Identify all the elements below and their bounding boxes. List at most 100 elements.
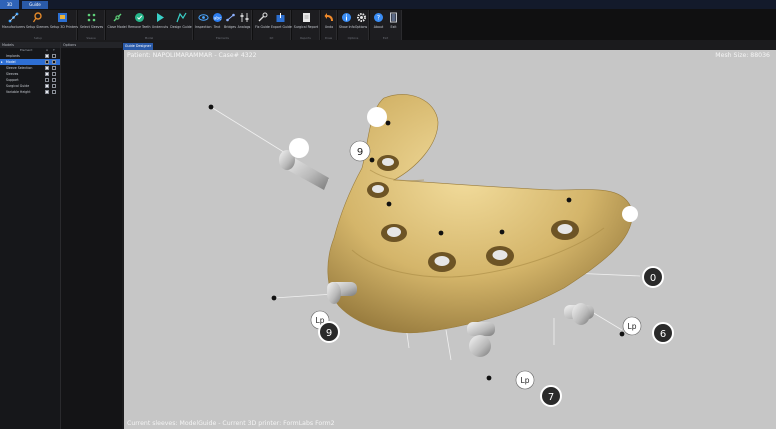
surgical-report-label: Surgical Report [293, 25, 319, 29]
transparency-checkbox[interactable] [52, 90, 56, 94]
app-tab[interactable]: 3D [0, 0, 19, 9]
models-list: Implants ▸ Model Sleeve Selection Sleeves Sup… [0, 53, 60, 95]
close-model-button[interactable]: Close Model [107, 12, 127, 34]
options-button[interactable]: Options [354, 12, 368, 34]
ribbon-group-label: Elements [215, 36, 230, 40]
title-bar: 3D Guide Designer [0, 0, 776, 15]
viewport-tab[interactable]: Guide Designer [123, 43, 153, 50]
visibility-checkbox[interactable] [45, 84, 49, 88]
status-line: Current sleeves: ModelGuide - Current 3D… [127, 420, 335, 427]
models-list-item-label: Support [6, 78, 19, 82]
ribbon-group-setup: Manufacturers Setup Sleeves Setup 3D Pri… [0, 10, 79, 40]
sliders-icon [239, 12, 250, 23]
exit-button[interactable]: Exit [386, 12, 401, 34]
undercuts-icon [155, 12, 166, 23]
label-text: Lp [628, 322, 637, 331]
mesh-size: Mesh Size: 88036 [715, 52, 770, 59]
analogs-label: Analogs [237, 25, 251, 29]
undo-button[interactable]: Undo [322, 12, 336, 34]
report-icon [301, 12, 312, 23]
visibility-checkbox[interactable] [45, 78, 49, 82]
models-list-item-label: Model [6, 60, 16, 64]
ribbon-group-label: Reports [300, 36, 311, 40]
visibility-checkbox[interactable] [45, 54, 49, 58]
visibility-checkbox[interactable] [45, 60, 49, 64]
setup-3d-printers-label: Setup 3D Printers [50, 25, 79, 29]
surgical-report-button[interactable]: Surgical Report [293, 12, 319, 34]
text-label: Text [213, 25, 221, 29]
transparency-checkbox[interactable] [52, 78, 56, 82]
ribbon-group-label: Model [144, 36, 154, 40]
label-zero[interactable]: 0 [642, 266, 664, 288]
ribbon-group-options: Show Info Options Options [338, 10, 369, 40]
label-text: 0 [650, 273, 656, 284]
manufacturers-icon [8, 12, 19, 23]
bridges-icon [225, 12, 236, 23]
transparency-checkbox[interactable] [52, 66, 56, 70]
patient-info: Patient: NAPOLIMARAMMAR - Case# 4322 [127, 52, 257, 59]
ribbon-group-label: Kit [269, 36, 274, 40]
undo-label: Undo [324, 25, 334, 29]
surgical-guide-model[interactable] [279, 94, 633, 357]
text-button[interactable]: abc Text [211, 12, 223, 34]
visibility-checkbox[interactable] [45, 90, 49, 94]
analogs-button[interactable]: Analogs [237, 12, 251, 34]
design-guide-button[interactable]: Design Guide [170, 12, 192, 34]
ribbon-group-elements: Inspection abc Text Bridges Analogs Elem… [194, 10, 252, 40]
sleeve-ring-icon [32, 12, 43, 23]
manufacturers-button[interactable]: Manufacturers [2, 12, 25, 34]
inspection-button[interactable]: Inspection [195, 12, 211, 34]
info-icon [341, 12, 352, 23]
ribbon-group-draw: Undo Draw [321, 10, 337, 40]
ribbon-toolbar: Manufacturers Setup Sleeves Setup 3D Pri… [0, 9, 776, 40]
design-guide-icon [175, 12, 187, 23]
inspection-label: Inspection [195, 25, 212, 29]
models-list-item[interactable]: Variable Height [0, 89, 60, 95]
ribbon-group-label: Sleeve [86, 36, 96, 40]
models-list-item-label: Surgical Guide [6, 84, 30, 88]
visibility-checkbox[interactable] [45, 72, 49, 76]
bridges-label: Bridges [223, 25, 237, 29]
label-lp-right[interactable]: Lp [622, 316, 642, 336]
eye-icon [197, 12, 209, 23]
models-list-item-label: Implants [6, 54, 20, 58]
label-six[interactable]: 6 [652, 322, 674, 344]
label-text: 9 [326, 328, 332, 339]
label-nine-top[interactable]: 9 [349, 140, 371, 162]
ribbon-group-exit: ? About Exit Exit [370, 10, 402, 40]
label-seven[interactable]: 7 [540, 385, 562, 407]
setup-3d-printers-button[interactable]: Setup 3D Printers [50, 12, 79, 34]
guide-designer-tab[interactable]: Guide Designer [22, 1, 48, 15]
text-icon: abc [212, 12, 223, 23]
undercuts-button[interactable]: Undercuts [151, 12, 169, 34]
transparency-checkbox[interactable] [52, 54, 56, 58]
remove-teeth-button[interactable]: Remove Teeth [128, 12, 151, 34]
guide-3d-scene[interactable]: 9 0 Lp 9 Lp 6 Lp 7 [124, 50, 776, 429]
transparency-checkbox[interactable] [52, 60, 56, 64]
ribbon-group-label: Options [347, 36, 359, 40]
visibility-checkbox[interactable] [45, 66, 49, 70]
transparency-checkbox[interactable] [52, 72, 56, 76]
options-label: Options [354, 25, 368, 29]
export-icon [275, 12, 286, 23]
ribbon-group-label: Setup [33, 36, 43, 40]
3d-viewport[interactable]: 9 0 Lp 9 Lp 6 Lp 7 Patient: NAPOLIMARAMM… [124, 50, 776, 429]
models-list-item-label: Variable Height [6, 90, 31, 94]
show-info-button[interactable]: Show Info [339, 12, 355, 34]
remove-teeth-icon [134, 12, 145, 23]
bridges-button[interactable]: Bridges [223, 12, 237, 34]
export-guide-button[interactable]: Export Guide [271, 12, 292, 34]
setup-sleeves-button[interactable]: Setup Sleeves [26, 12, 49, 34]
transparency-checkbox[interactable] [52, 84, 56, 88]
label-lp-bottom[interactable]: Lp [515, 370, 535, 390]
select-sleeves-icon [86, 12, 97, 23]
svg-text:abc: abc [213, 15, 222, 21]
about-button[interactable]: ? About [371, 12, 386, 34]
label-text: Lp [521, 376, 530, 385]
select-sleeves-button[interactable]: Select Sleeves [80, 12, 103, 34]
label-text: 6 [660, 329, 666, 340]
fix-guide-button[interactable]: Fix Guide [254, 12, 271, 34]
label-nine-bottom[interactable]: 9 [318, 321, 340, 343]
about-icon: ? [373, 12, 384, 23]
label-text: 7 [548, 392, 554, 403]
